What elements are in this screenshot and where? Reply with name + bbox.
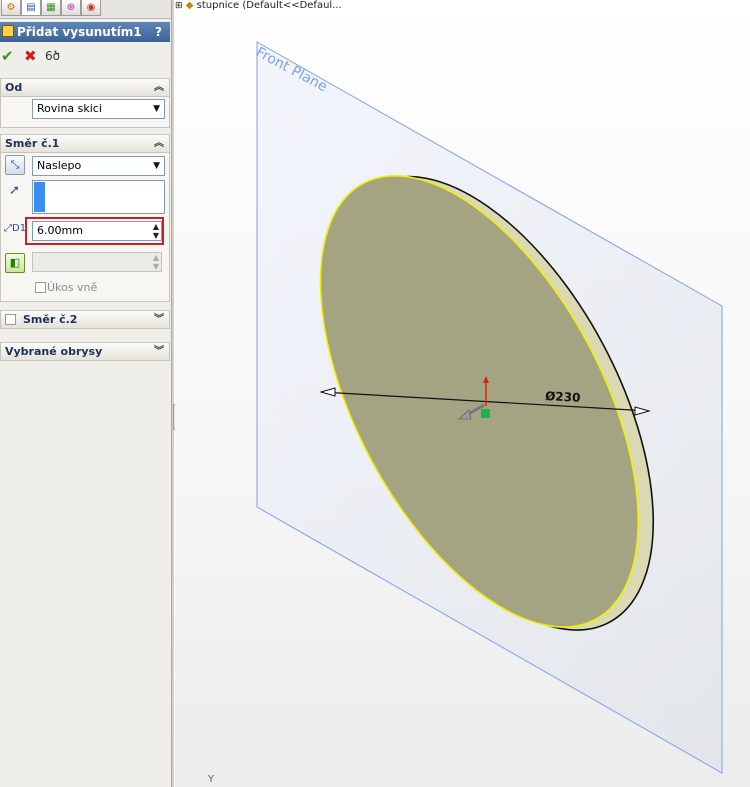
property-manager-tab[interactable]: ▤ bbox=[21, 0, 41, 16]
property-manager-panel: ⚙ ▤ ▦ ⊕ ◉ Přidat vysunutím1 ? ✔ ✖ 6ծ Od … bbox=[0, 0, 171, 787]
end-condition-value: Naslepo bbox=[37, 159, 82, 172]
collapse-chevron-up-icon[interactable]: ︽ bbox=[154, 79, 164, 96]
selected-contours-group: Vybrané obrysy ︾ bbox=[0, 342, 170, 361]
dropdown-arrow-icon[interactable]: ▼ bbox=[153, 100, 160, 118]
draft-angle-input: ▲ ▼ bbox=[32, 252, 162, 272]
expand-chevron-down-icon[interactable]: ︾ bbox=[154, 343, 164, 360]
dropdown-arrow-icon[interactable]: ▼ bbox=[153, 157, 160, 175]
depth-input-highlight-frame bbox=[25, 217, 164, 245]
feature-manager-tab[interactable]: ⚙ bbox=[1, 0, 21, 16]
from-group-header[interactable]: Od ︽ bbox=[1, 79, 169, 97]
dimxpert-manager-tab[interactable]: ⊕ bbox=[61, 0, 81, 16]
diameter-dimension-label[interactable]: Ø230 bbox=[545, 389, 581, 405]
expand-chevron-down-icon[interactable]: ︾ bbox=[154, 311, 164, 328]
configuration-icon: ▦ bbox=[46, 2, 56, 13]
crosshair-icon: ⊕ bbox=[66, 2, 76, 13]
draft-icon: ◧ bbox=[9, 256, 21, 269]
property-manager-title-bar: Přidat vysunutím1 ? bbox=[0, 22, 170, 42]
end-condition-combo[interactable]: Naslepo ▼ bbox=[32, 156, 165, 176]
feature-title: Přidat vysunutím1 bbox=[17, 25, 142, 39]
configuration-manager-tab[interactable]: ▦ bbox=[41, 0, 61, 16]
detailed-preview-glasses-icon[interactable]: 6ծ bbox=[45, 49, 60, 63]
collapse-chevron-up-icon[interactable]: ︽ bbox=[154, 135, 164, 152]
selected-contours-group-header[interactable]: Vybrané obrysy ︾ bbox=[1, 343, 169, 361]
spin-up-down-icon: ▲ ▼ bbox=[152, 253, 159, 271]
selection-active-indicator bbox=[34, 182, 45, 212]
property-list-icon: ▤ bbox=[26, 2, 36, 13]
depth-dimension-icon: ⤢D1 bbox=[4, 223, 27, 234]
direction2-group: Směr č.2 ︾ bbox=[0, 310, 170, 329]
color-wheel-icon: ◉ bbox=[86, 2, 96, 13]
from-start-condition-combo[interactable]: Rovina skici ▼ bbox=[32, 99, 165, 119]
triad-y-axis-label: Y bbox=[207, 774, 215, 785]
graphics-viewport[interactable]: ⊞ ◆ stupnice (Default<<Defaul... Front P… bbox=[175, 0, 750, 787]
from-group: Od ︽ Rovina skici ▼ bbox=[0, 78, 170, 128]
direction1-group-header[interactable]: Směr č.1 ︽ bbox=[1, 135, 169, 153]
direction-arrow-icon: ➚ bbox=[9, 183, 20, 198]
cancel-x-icon[interactable]: ✖ bbox=[24, 47, 37, 65]
ok-checkmark-icon[interactable]: ✔ bbox=[1, 47, 14, 65]
draft-outward-checkbox[interactable] bbox=[35, 282, 46, 293]
from-group-title: Od bbox=[5, 81, 23, 94]
reverse-direction-button[interactable]: ⤡ bbox=[5, 155, 25, 175]
direction2-checkbox[interactable] bbox=[5, 314, 16, 325]
direction-vector-selection-box[interactable] bbox=[32, 180, 165, 214]
origin-marker bbox=[481, 409, 490, 418]
direction2-group-title: Směr č.2 bbox=[23, 313, 78, 326]
manager-tab-bar: ⚙ ▤ ▦ ⊕ ◉ bbox=[0, 0, 171, 19]
direction1-group-title: Směr č.1 bbox=[5, 137, 60, 150]
reverse-direction-icon: ⤡ bbox=[10, 158, 20, 171]
direction2-group-header[interactable]: Směr č.2 ︾ bbox=[1, 311, 169, 329]
feature-tree-icon: ⚙ bbox=[6, 2, 16, 13]
help-button[interactable]: ? bbox=[155, 22, 162, 42]
extrude-feature-icon bbox=[2, 25, 14, 37]
from-start-condition-value: Rovina skici bbox=[37, 102, 102, 115]
selected-contours-group-title: Vybrané obrysy bbox=[5, 345, 103, 358]
draft-outward-label: Úkos vně bbox=[47, 281, 98, 294]
display-manager-tab[interactable]: ◉ bbox=[81, 0, 101, 16]
draft-on-off-button[interactable]: ◧ bbox=[5, 253, 25, 273]
model-canvas: Front Plane Ø230 Y bbox=[207, 41, 723, 785]
